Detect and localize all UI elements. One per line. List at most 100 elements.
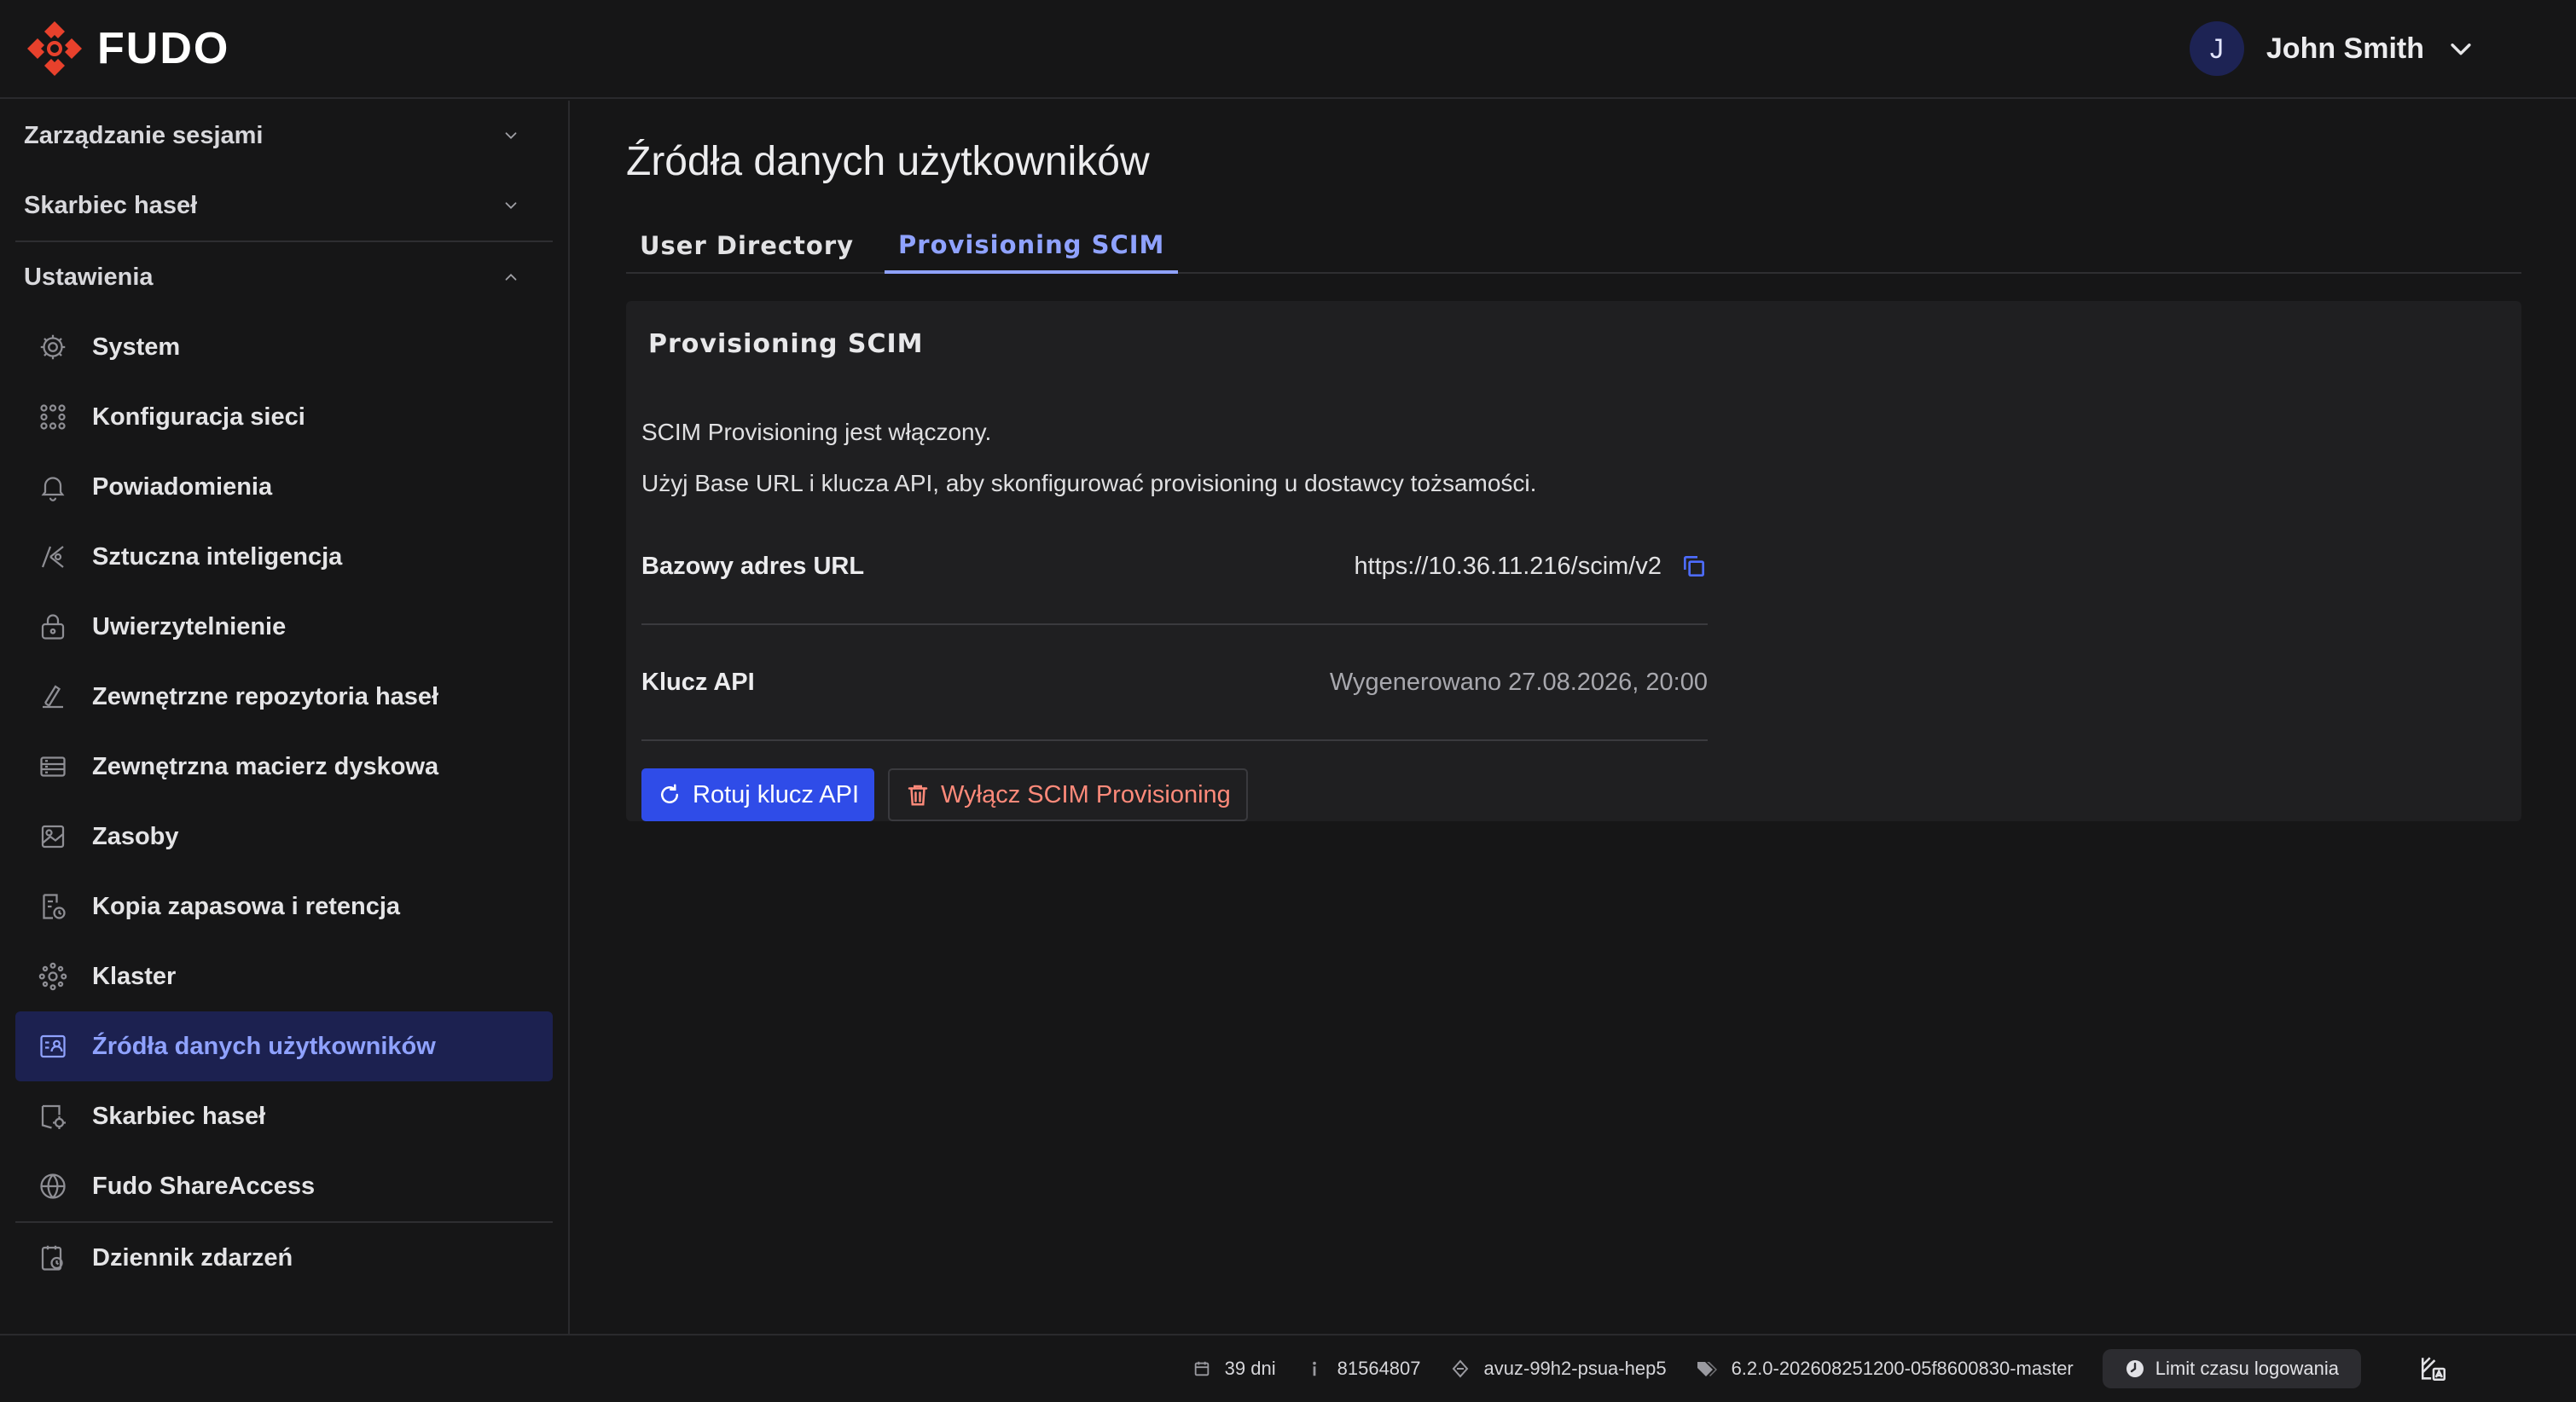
refresh-icon (661, 784, 678, 803)
tab-user-directory[interactable]: User Directory (626, 219, 867, 272)
login-timeout-label: Limit czasu logowania (2155, 1358, 2339, 1379)
base-url-value: https://10.36.11.216/scim/v2 (1354, 552, 1662, 580)
avatar: J (2189, 21, 2244, 76)
sidebar-item-label: Zewnętrzne repozytoria haseł (92, 682, 439, 710)
sidebar: Zarządzanie sesjami Skarbiec haseł Ustaw… (0, 101, 570, 1334)
base-url-label: Bazowy adres URL (641, 552, 865, 580)
cluster-icon (38, 962, 67, 991)
user-name: John Smith (2266, 32, 2424, 65)
section-label: Ustawienia (24, 263, 154, 291)
tag-icon (1697, 1362, 1717, 1376)
sidebar-item-system[interactable]: System (15, 312, 553, 382)
sidebar-item-password-vault[interactable]: Skarbiec haseł (15, 1081, 553, 1151)
sidebar-item-user-directories[interactable]: Źródła danych użytkowników (15, 1011, 553, 1081)
rotate-api-key-label: Rotuj klucz API (693, 780, 860, 808)
panel-title: Provisioning SCIM (648, 328, 924, 359)
sidebar-item-label: Konfiguracja sieci (92, 403, 305, 431)
sidebar-item-label: Uwierzytelnienie (92, 612, 287, 640)
scim-status-text: SCIM Provisioning jest włączony. (641, 419, 992, 445)
login-timeout-badge[interactable]: Limit czasu logowania (2102, 1349, 2361, 1388)
vault-icon (41, 1104, 66, 1129)
sidebar-item-event-log[interactable]: Dziennik zdarzeń (15, 1223, 553, 1293)
chevron-down-icon[interactable] (2446, 34, 2475, 63)
system-id: 81564807 (1305, 1358, 1421, 1380)
user-menu[interactable]: J John Smith (2189, 21, 2475, 76)
bell-icon (41, 477, 65, 501)
sidebar-section-password-vault[interactable]: Skarbiec haseł (15, 171, 553, 240)
scim-help-text: Użyj Base URL i klucza API, aby skonfigu… (641, 470, 1537, 496)
sidebar-item-backup-retention[interactable]: Kopia zapasowa i retencja (15, 872, 553, 941)
sidebar-item-label: System (92, 333, 181, 361)
sidebar-item-label: Kopia zapasowa i retencja (92, 892, 401, 920)
api-key-label: Klucz API (641, 668, 755, 696)
info-icon (1312, 1361, 1316, 1376)
section-label: Zarządzanie sesjami (24, 121, 264, 149)
sidebar-item-authentication[interactable]: Uwierzytelnienie (15, 592, 553, 662)
version: 6.2.0-202608251200-05f8600830-master (1696, 1358, 2074, 1380)
fudo-logo-icon (27, 21, 82, 76)
trash-icon (908, 785, 928, 806)
disable-scim-label: Wyłącz SCIM Provisioning (941, 780, 1231, 808)
chevron-down-icon (505, 132, 517, 140)
scim-panel: Provisioning SCIM SCIM Provisioning jest… (626, 301, 2521, 821)
chevron-up-icon (505, 273, 517, 281)
status-bar: 39 dni 81564807 avuz-99h2-psua-hep5 6.2.… (0, 1334, 2576, 1402)
disable-scim-button[interactable]: Wyłącz SCIM Provisioning (888, 768, 1248, 821)
sidebar-item-external-disk-array[interactable]: Zewnętrzna macierz dyskowa (15, 732, 553, 802)
sidebar-item-label: Źródła danych użytkowników (92, 1032, 436, 1060)
section-label: Skarbiec haseł (24, 191, 198, 219)
sidebar-item-label: Sztuczna inteligencja (92, 542, 343, 571)
tab-bar: User Directory Provisioning SCIM (626, 219, 2521, 274)
fudo-logo[interactable]: FUDO (24, 18, 229, 79)
sidebar-item-resources[interactable]: Zasoby (15, 802, 553, 872)
sidebar-section-session-management[interactable]: Zarządzanie sesjami (15, 101, 553, 171)
sidebar-item-label: Klaster (92, 962, 177, 990)
backup-icon (43, 894, 66, 919)
resources-icon (41, 825, 65, 849)
top-bar: FUDO J John Smith (0, 0, 2576, 99)
language-switch-icon[interactable] (2419, 1354, 2448, 1383)
sidebar-item-network[interactable]: Konfiguracja sieci (15, 382, 553, 452)
sidebar-item-notifications[interactable]: Powiadomienia (15, 452, 553, 522)
network-icon (40, 404, 66, 430)
host-name: avuz-99h2-psua-hep5 (1450, 1358, 1667, 1380)
page-title: Źródła danych użytkowników (626, 139, 1150, 184)
copy-icon[interactable] (1680, 553, 1708, 580)
api-key-value: Wygenerowano 27.08.2026, 20:00 (1329, 668, 1708, 696)
repository-icon (43, 685, 63, 709)
base-url-row: Bazowy adres URL https://10.36.11.216/sc… (641, 509, 1708, 625)
sidebar-item-label: Dziennik zdarzeń (92, 1243, 293, 1272)
base-url-value-wrap: https://10.36.11.216/scim/v2 (1354, 553, 1708, 581)
chevron-down-icon (505, 202, 517, 210)
lock-icon (41, 614, 65, 640)
license-days-value: 39 dni (1224, 1358, 1276, 1379)
panel-actions: Rotuj klucz API Wyłącz SCIM Provisioning (641, 768, 2506, 821)
sidebar-item-label: Powiadomienia (92, 472, 273, 501)
license-days: 39 dni (1192, 1358, 1276, 1380)
sidebar-item-cluster[interactable]: Klaster (15, 941, 553, 1011)
event-log-icon (41, 1245, 63, 1271)
sidebar-item-ai[interactable]: Sztuczna inteligencja (15, 522, 553, 592)
sidebar-item-label: Zasoby (92, 822, 179, 850)
sidebar-item-external-password-repos[interactable]: Zewnętrzne repozytoria haseł (15, 662, 553, 732)
user-directory-icon (40, 1034, 66, 1058)
sidebar-item-shareaccess[interactable]: Fudo ShareAccess (15, 1151, 553, 1221)
sidebar-item-label: Fudo ShareAccess (92, 1172, 316, 1200)
node-icon (1452, 1359, 1468, 1378)
calendar-icon (1194, 1361, 1209, 1376)
ai-icon (41, 546, 64, 568)
sidebar-section-settings[interactable]: Ustawienia (15, 242, 553, 312)
clock-icon (2126, 1360, 2144, 1377)
gear-icon (40, 334, 66, 360)
sidebar-item-label: Skarbiec haseł (92, 1102, 266, 1130)
logo-text: FUDO (97, 24, 230, 73)
rotate-api-key-button[interactable]: Rotuj klucz API (641, 768, 875, 821)
sidebar-item-label: Zewnętrzna macierz dyskowa (92, 752, 439, 780)
version-value: 6.2.0-202608251200-05f8600830-master (1731, 1358, 2074, 1379)
api-key-row: Klucz API Wygenerowano 27.08.2026, 20:00 (641, 625, 1708, 741)
share-access-icon (40, 1173, 66, 1199)
host-name-value: avuz-99h2-psua-hep5 (1483, 1358, 1667, 1379)
tab-provisioning-scim[interactable]: Provisioning SCIM (885, 219, 1179, 274)
main-content: Źródła danych użytkowników User Director… (626, 101, 2521, 821)
disk-array-icon (40, 756, 66, 777)
